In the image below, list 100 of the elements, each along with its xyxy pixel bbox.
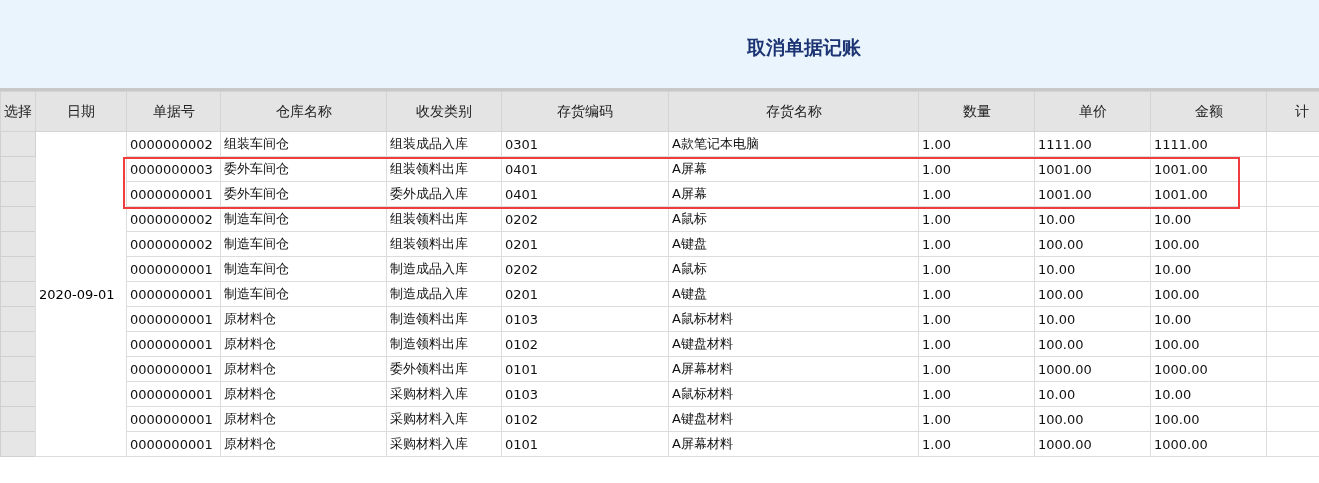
table-cell: 1.00: [918, 331, 1035, 357]
table-cell: 采购材料入库: [386, 431, 502, 457]
table-cell: 0103: [501, 381, 669, 407]
table-cell: 0000000001: [126, 356, 221, 382]
select-cell[interactable]: [0, 181, 36, 207]
column-header[interactable]: 存货编码: [501, 91, 669, 132]
table-cell: A键盘材料: [668, 406, 919, 432]
table-cell: 10.00: [1150, 306, 1267, 332]
select-cell[interactable]: [0, 156, 36, 182]
table-cell: 原材料仓: [220, 381, 387, 407]
table-cell: A键盘材料: [668, 331, 919, 357]
table-cell: 制造车间仓: [220, 231, 387, 257]
table-cell: 100.00: [1150, 231, 1267, 257]
table-cell: 1000.00: [1034, 431, 1151, 457]
table-cell: 组装领料出库: [386, 231, 502, 257]
table-cell: 1000.00: [1034, 356, 1151, 382]
table-cell: 100.00: [1150, 406, 1267, 432]
select-cell[interactable]: [0, 231, 36, 257]
table-cell: 0301: [501, 131, 669, 157]
table-cell: 100.00: [1034, 331, 1151, 357]
table-cell: 10.00: [1034, 306, 1151, 332]
table-cell: A键盘: [668, 231, 919, 257]
select-cell[interactable]: [0, 331, 36, 357]
table-cell: 1.00: [918, 381, 1035, 407]
column-header[interactable]: 存货名称: [668, 91, 919, 132]
table-cell: 2020-09-01: [35, 131, 127, 457]
table-cell: 10.00: [1150, 381, 1267, 407]
column-header[interactable]: 金额: [1150, 91, 1267, 132]
table-cell: 0201: [501, 231, 669, 257]
column-header[interactable]: 单价: [1034, 91, 1151, 132]
table-cell: 10.00: [1034, 381, 1151, 407]
table-cell: 制造成品入库: [386, 256, 502, 282]
table-cell: 制造车间仓: [220, 256, 387, 282]
column-header[interactable]: 仓库名称: [220, 91, 387, 132]
table-cell: 1.00: [918, 406, 1035, 432]
table-cell: 1.00: [918, 356, 1035, 382]
table-cell: 1111.00: [1034, 131, 1151, 157]
table-cell: A键盘: [668, 281, 919, 307]
table-cell: 1111.00: [1150, 131, 1267, 157]
column-header[interactable]: 数量: [918, 91, 1035, 132]
table-cell: 0102: [501, 406, 669, 432]
column-header[interactable]: 计: [1266, 91, 1319, 132]
table-cell: 0000000001: [126, 306, 221, 332]
table-cell: A屏幕材料: [668, 431, 919, 457]
column-header[interactable]: 选择: [0, 91, 36, 132]
table-cell: 100.00: [1034, 281, 1151, 307]
table-cell: 0201: [501, 281, 669, 307]
table-cell: 原材料仓: [220, 406, 387, 432]
select-cell[interactable]: [0, 381, 36, 407]
select-cell[interactable]: [0, 256, 36, 282]
table-cell: 0000000002: [126, 131, 221, 157]
table-cell: 1.00: [918, 281, 1035, 307]
page-title: 取消单据记账: [747, 35, 861, 60]
table-cell: 制造领料出库: [386, 331, 502, 357]
table-cell: A款笔记本电脑: [668, 131, 919, 157]
select-cell[interactable]: [0, 206, 36, 232]
table-cell: 0000000001: [126, 331, 221, 357]
table-cell: 1.00: [918, 431, 1035, 457]
select-cell[interactable]: [0, 431, 36, 457]
select-cell[interactable]: [0, 131, 36, 157]
table-cell: 采购材料入库: [386, 381, 502, 407]
table-cell: 0102: [501, 331, 669, 357]
table-cell: 原材料仓: [220, 306, 387, 332]
table-cell: 1.00: [918, 256, 1035, 282]
table-cell: 制造领料出库: [386, 306, 502, 332]
table-cell: 组装车间仓: [220, 131, 387, 157]
select-cell[interactable]: [0, 356, 36, 382]
table-cell: A鼠标: [668, 256, 919, 282]
table-cell: 100.00: [1150, 281, 1267, 307]
table-cell: 0000000001: [126, 381, 221, 407]
table-cell: 0000000001: [126, 256, 221, 282]
table-cell: 1.00: [918, 306, 1035, 332]
table-cell: 制造车间仓: [220, 281, 387, 307]
table-cell: 0000000001: [126, 431, 221, 457]
select-cell[interactable]: [0, 406, 36, 432]
table-cell: 委外领料出库: [386, 356, 502, 382]
table-cell: A屏幕材料: [668, 356, 919, 382]
table-cell: 1000.00: [1150, 356, 1267, 382]
column-header[interactable]: 单据号: [126, 91, 221, 132]
table-cell: 10.00: [1150, 256, 1267, 282]
table-cell: 0202: [501, 256, 669, 282]
table-cell: A鼠标材料: [668, 306, 919, 332]
table-cell: 0000000001: [126, 281, 221, 307]
table-cell: 1.00: [918, 131, 1035, 157]
table-cell: 组装成品入库: [386, 131, 502, 157]
table-cell: 采购材料入库: [386, 406, 502, 432]
column-header[interactable]: 收发类别: [386, 91, 502, 132]
table-cell: 100.00: [1034, 231, 1151, 257]
column-header[interactable]: 日期: [35, 91, 127, 132]
table-cell: 0000000002: [126, 231, 221, 257]
table-cell: 100.00: [1150, 331, 1267, 357]
select-cell[interactable]: [0, 281, 36, 307]
table-cell: 10.00: [1034, 256, 1151, 282]
select-cell[interactable]: [0, 306, 36, 332]
table-cell: A鼠标材料: [668, 381, 919, 407]
table-cell: 100.00: [1034, 406, 1151, 432]
table-cell: 原材料仓: [220, 431, 387, 457]
table-cell: 原材料仓: [220, 331, 387, 357]
table-cell: 0101: [501, 356, 669, 382]
table-cell: 1000.00: [1150, 431, 1267, 457]
